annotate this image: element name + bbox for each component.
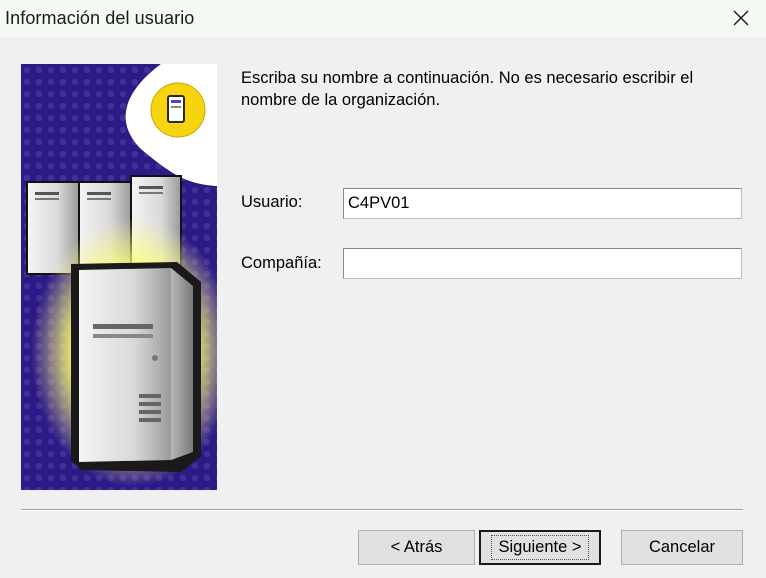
window-title: Información del usuario <box>5 8 195 28</box>
user-label: Usuario: <box>241 193 303 211</box>
next-button[interactable]: Siguiente > <box>479 530 601 565</box>
wizard-illustration <box>21 64 217 490</box>
user-field[interactable] <box>343 188 742 219</box>
back-button[interactable]: < Atrás <box>358 530 475 565</box>
instruction-text: Escriba su nombre a continuación. No es … <box>241 69 694 109</box>
close-icon <box>733 10 749 26</box>
company-field[interactable] <box>343 248 742 279</box>
title-bar[interactable]: Información del usuario <box>0 0 766 37</box>
next-button-label: Siguiente > <box>491 535 589 560</box>
back-button-label: < Atrás <box>390 538 443 556</box>
server-illustration <box>21 64 217 490</box>
cancel-button[interactable]: Cancelar <box>621 530 743 565</box>
company-label: Compañía: <box>241 254 322 272</box>
footer-separator <box>21 509 743 511</box>
user-info-dialog: Información del usuario Escriba su nombr… <box>0 0 766 578</box>
close-button[interactable] <box>724 3 758 33</box>
cancel-button-label: Cancelar <box>648 538 716 556</box>
